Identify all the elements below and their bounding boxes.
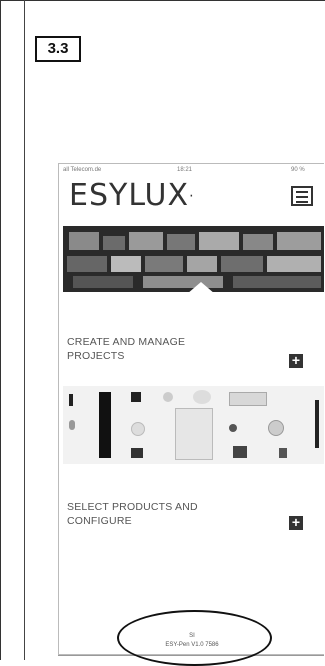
clock-text: 18:21: [177, 167, 193, 173]
select-products-label: SELECT PRODUCTS AND CONFIGURE: [67, 501, 198, 527]
left-rule: [0, 0, 1, 660]
product-range-image: [63, 386, 324, 464]
version-highlight-oval: [117, 610, 272, 666]
add-product-plus-icon[interactable]: +: [289, 515, 303, 530]
top-rule: [0, 0, 325, 1]
battery-text: 90 %: [291, 167, 305, 173]
hamburger-menu-icon[interactable]: [291, 186, 313, 206]
status-bar: all Telecom.de 18:21 90 %: [59, 164, 324, 176]
hero-notch: [187, 282, 215, 294]
logo-text: ESYLUX: [69, 178, 190, 213]
step-number-badge: 3.3: [35, 36, 81, 62]
carrier-text: all Telecom.de: [63, 167, 102, 173]
add-project-plus-icon[interactable]: +: [289, 353, 303, 368]
column-divider: [24, 0, 25, 660]
phone-screen: all Telecom.de 18:21 90 % ESYLUX· CREATE…: [58, 163, 324, 655]
logo-mark: ·: [189, 188, 195, 205]
create-projects-label: CREATE AND MANAGE PROJECTS: [67, 336, 186, 362]
esylux-logo: ESYLUX·: [69, 178, 195, 213]
